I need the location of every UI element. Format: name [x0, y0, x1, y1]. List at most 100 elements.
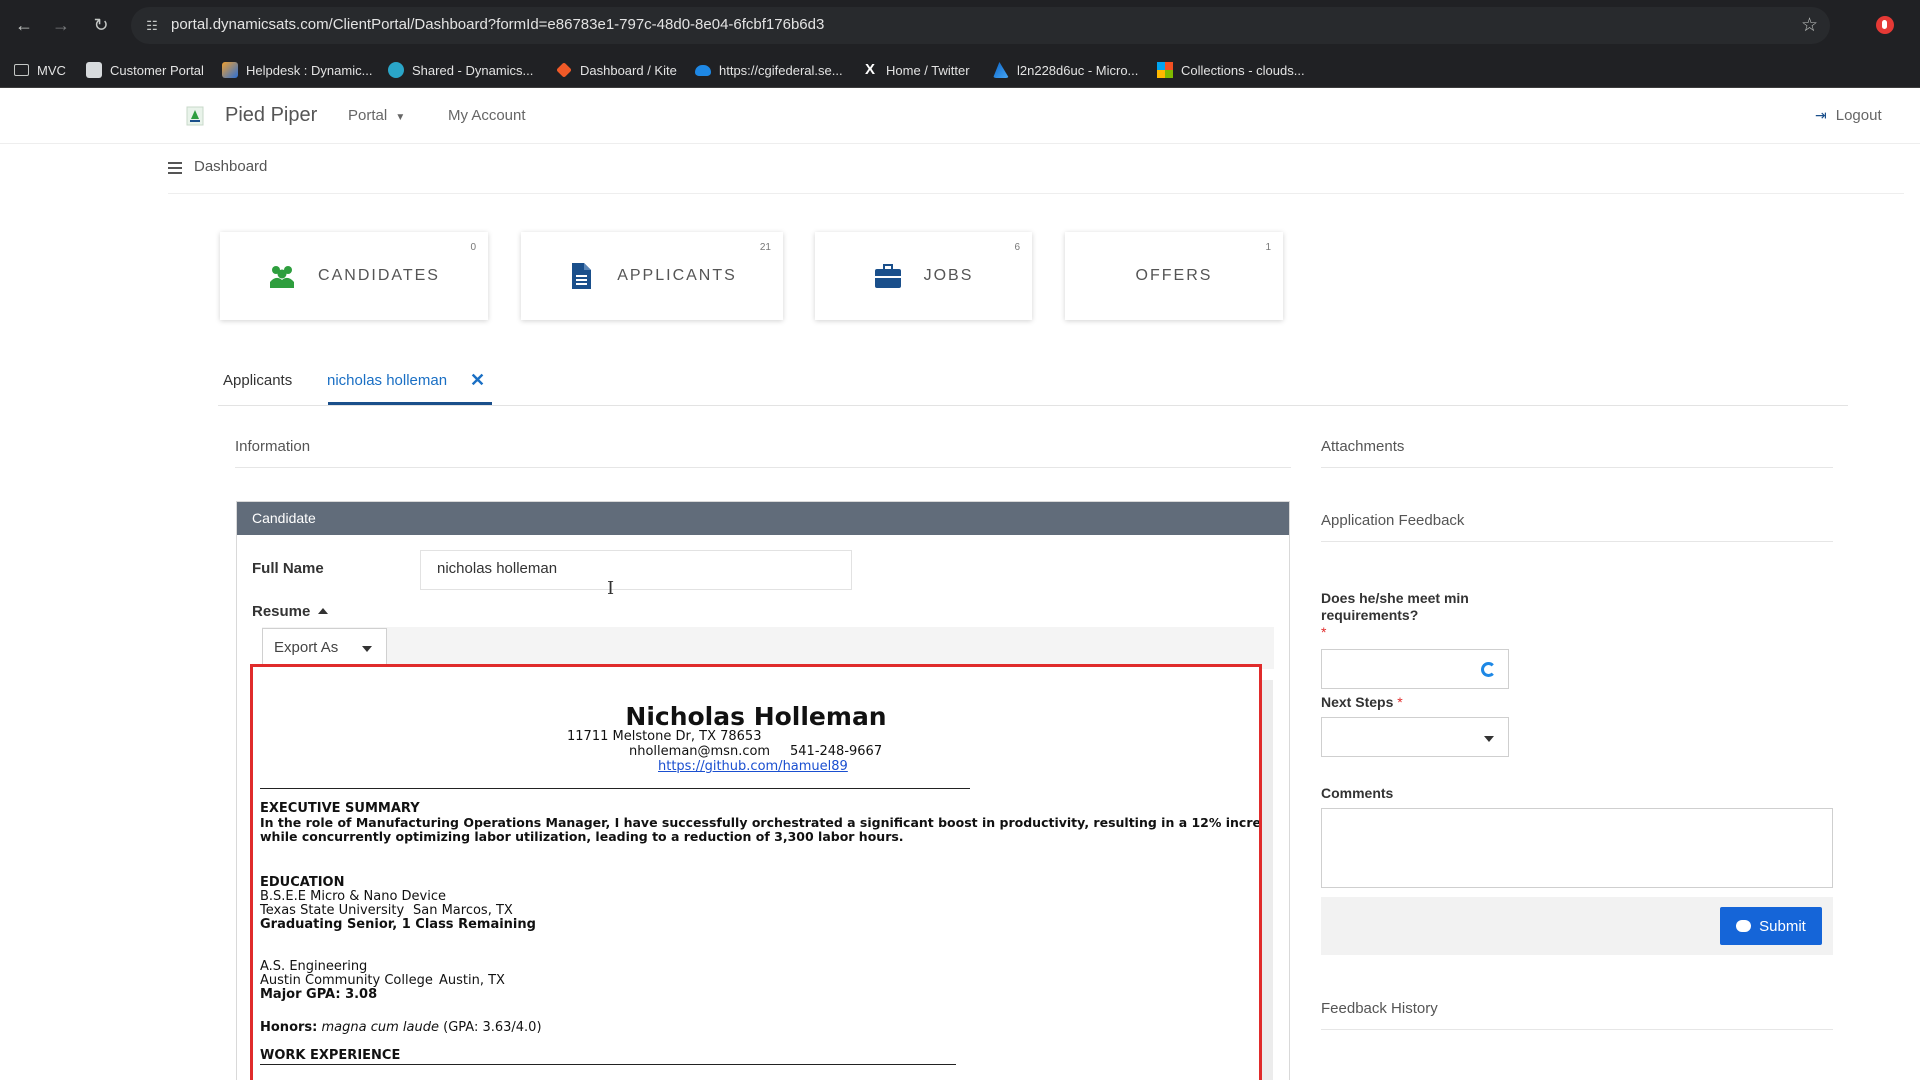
- sharepoint-icon: [388, 62, 404, 78]
- loading-spinner-icon: [1481, 662, 1496, 677]
- tile-label: JOBS: [923, 267, 974, 284]
- resume-honors-gpa: (GPA: 3.63/4.0): [443, 1020, 542, 1035]
- document-icon: [572, 263, 592, 289]
- bookmarks-bar: MVC Customer Portal Helpdesk : Dynamic..…: [0, 51, 1920, 88]
- cloud-icon: [695, 64, 711, 76]
- export-as-dropdown[interactable]: Export As: [262, 628, 387, 668]
- resume-edu1-status: Graduating Senior, 1 Class Remaining: [260, 917, 536, 932]
- briefcase-icon: [874, 264, 901, 288]
- candidate-panel: Candidate Full Name nicholas holleman I …: [236, 501, 1290, 1080]
- export-as-label: Export As: [274, 639, 339, 656]
- comment-icon: [1736, 920, 1752, 932]
- bookmark-kite[interactable]: Dashboard / Kite: [556, 60, 677, 80]
- bookmark-shared-dynamics[interactable]: Shared - Dynamics...: [388, 60, 533, 80]
- min-requirements-label: Does he/she meet min requirements? *: [1321, 590, 1521, 641]
- next-steps-text: Next Steps: [1321, 694, 1394, 710]
- bookmark-label: Customer Portal: [110, 62, 204, 78]
- bookmark-star-icon[interactable]: ☆: [1801, 14, 1818, 37]
- bookmark-azure[interactable]: l2n228d6uc - Micro...: [993, 60, 1138, 80]
- nav-portal-label: Portal: [348, 107, 388, 124]
- tile-label: OFFERS: [1135, 267, 1213, 284]
- caret-up-icon: [318, 608, 329, 614]
- resume-divider: [260, 1064, 956, 1065]
- min-requirements-select[interactable]: [1321, 649, 1509, 689]
- tile-candidates[interactable]: CANDIDATES 0: [220, 232, 488, 320]
- pied-piper-logo-icon[interactable]: [185, 105, 205, 127]
- submit-button[interactable]: Submit: [1720, 907, 1822, 945]
- back-icon[interactable]: ←: [11, 12, 37, 38]
- nav-portal-dropdown[interactable]: Portal ▼: [348, 107, 405, 124]
- logout-label: Logout: [1835, 107, 1882, 124]
- resume-address: 11711 Melstone Dr, TX 78653: [567, 729, 762, 744]
- detail-tabs: Applicants nicholas holleman ✕: [218, 362, 1848, 406]
- tile-label: APPLICANTS: [617, 267, 737, 284]
- caret-down-icon: [1484, 736, 1494, 742]
- extension-icon[interactable]: [1876, 16, 1894, 34]
- url-text[interactable]: portal.dynamicsats.com/ClientPortal/Dash…: [171, 16, 824, 33]
- logout-link[interactable]: ⇥ Logout: [1815, 107, 1882, 124]
- resume-viewer[interactable]: Nicholas Holleman 11711 Melstone Dr, TX …: [250, 664, 1262, 1080]
- page-icon: [86, 62, 102, 78]
- full-name-input[interactable]: nicholas holleman: [420, 550, 852, 590]
- section-attachments[interactable]: Attachments: [1321, 438, 1833, 468]
- resume-label: Resume: [252, 603, 311, 620]
- submit-label: Submit: [1759, 917, 1806, 935]
- bookmark-label: Collections - clouds...: [1181, 62, 1305, 78]
- folder-icon: [14, 64, 29, 76]
- resume-github-link[interactable]: https://github.com/hamuel89: [658, 759, 848, 774]
- resume-toggle[interactable]: Resume: [252, 603, 329, 620]
- bookmark-customer-portal[interactable]: Customer Portal: [86, 60, 204, 80]
- tile-offers[interactable]: OFFERS 1: [1065, 232, 1283, 320]
- bookmark-collections[interactable]: Collections - clouds...: [1157, 60, 1305, 80]
- tile-label: CANDIDATES: [318, 267, 440, 284]
- x-icon: X: [864, 61, 875, 78]
- bookmark-helpdesk[interactable]: Helpdesk : Dynamic...: [222, 60, 372, 80]
- text-cursor-icon: I: [607, 578, 615, 599]
- app-header: Pied Piper Portal ▼ My Account ⇥ Logout: [0, 88, 1920, 144]
- sign-out-icon: ⇥: [1815, 107, 1827, 123]
- kite-icon: [556, 62, 572, 78]
- breadcrumb-dashboard[interactable]: Dashboard: [194, 158, 267, 175]
- brand-name[interactable]: Pied Piper: [225, 104, 317, 127]
- resume-name: Nicholas Holleman: [625, 702, 887, 731]
- bookmark-cgifederal[interactable]: https://cgifederal.se...: [695, 60, 843, 80]
- nav-my-account[interactable]: My Account: [448, 107, 526, 124]
- resume-honors: Honors: magna cum laude (GPA: 3.63/4.0): [260, 1020, 542, 1035]
- resume-divider: [260, 788, 970, 789]
- bookmark-label: MVC: [37, 62, 66, 78]
- tab-nicholas-holleman[interactable]: nicholas holleman: [327, 372, 447, 389]
- tile-applicants[interactable]: APPLICANTS 21: [521, 232, 783, 320]
- resume-scrollbar[interactable]: [1262, 680, 1273, 1080]
- address-bar[interactable]: ☷ portal.dynamicsats.com/ClientPortal/Da…: [131, 7, 1830, 44]
- resume-edu2-degree: A.S. Engineering: [260, 959, 368, 974]
- hamburger-menu-icon[interactable]: [168, 162, 182, 177]
- forward-icon[interactable]: →: [48, 12, 74, 38]
- tile-jobs[interactable]: JOBS 6: [815, 232, 1032, 320]
- resume-edu2-gpa: Major GPA: 3.08: [260, 987, 378, 1002]
- tile-count: 1: [1265, 242, 1271, 253]
- resume-edu2-location: Austin, TX: [439, 973, 505, 988]
- bookmark-mvc[interactable]: MVC: [14, 60, 66, 80]
- users-icon: [270, 266, 295, 288]
- close-tab-icon[interactable]: ✕: [470, 370, 485, 391]
- resume-education-heading: EDUCATION: [260, 875, 345, 890]
- section-feedback-history[interactable]: Feedback History: [1321, 1000, 1833, 1030]
- section-application-feedback: Application Feedback: [1321, 512, 1833, 542]
- next-steps-label: Next Steps *: [1321, 694, 1403, 710]
- caret-down-icon: [362, 646, 372, 652]
- resume-exec-line: In the role of Manufacturing Operations …: [260, 815, 1262, 830]
- tile-count: 0: [470, 242, 476, 253]
- bookmark-twitter[interactable]: X Home / Twitter: [862, 60, 970, 80]
- resume-phone: 541-248-9667: [790, 744, 883, 759]
- full-name-label: Full Name: [252, 560, 324, 577]
- site-info-icon[interactable]: ☷: [141, 15, 163, 37]
- comments-textarea[interactable]: [1321, 808, 1833, 888]
- min-requirements-text: Does he/she meet min requirements?: [1321, 590, 1469, 623]
- next-steps-select[interactable]: [1321, 717, 1509, 757]
- caret-down-icon: ▼: [395, 112, 406, 123]
- bookmark-label: https://cgifederal.se...: [719, 62, 843, 78]
- active-tab-indicator: [328, 402, 492, 405]
- tab-applicants[interactable]: Applicants: [223, 372, 292, 389]
- browser-toolbar: ← → ↻ ☷ portal.dynamicsats.com/ClientPor…: [0, 0, 1920, 51]
- reload-icon[interactable]: ↻: [88, 12, 114, 38]
